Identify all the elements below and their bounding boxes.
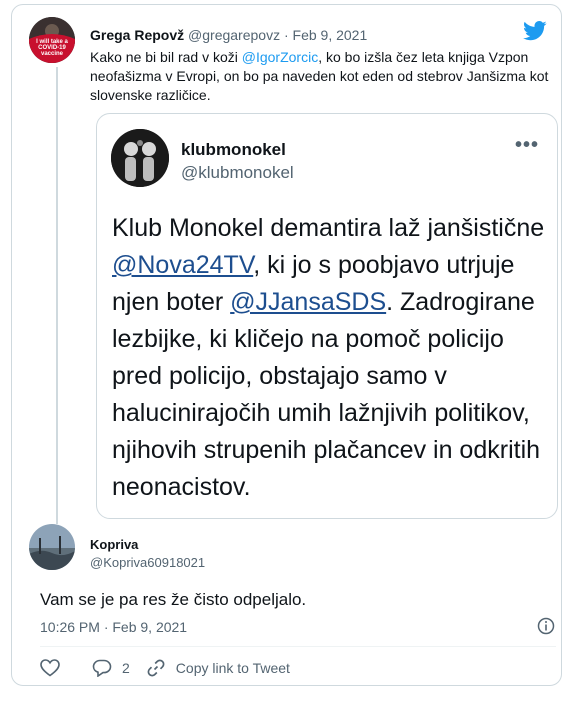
header-separator: ·	[283, 27, 289, 43]
tweet-date[interactable]: Feb 9, 2021	[293, 27, 368, 43]
tweet-card: I will take a COVID-19 vaccine Grega Rep…	[11, 4, 562, 686]
quoted-author-handle[interactable]: @klubmonokel	[181, 163, 294, 183]
copy-link-icon[interactable]	[146, 658, 166, 678]
quoted-text-part: . Zadrogirane lezbijke, ki kličejo na po…	[112, 288, 541, 501]
reply-author-handle[interactable]: @Kopriva60918021	[90, 555, 205, 570]
divider	[40, 646, 556, 647]
author-name[interactable]: Grega Repovž	[90, 27, 184, 43]
copy-link-label[interactable]: Copy link to Tweet	[176, 660, 290, 676]
more-options-icon[interactable]: •••	[515, 134, 539, 157]
quoted-avatar-image	[111, 129, 169, 187]
author-avatar[interactable]: I will take a COVID-19 vaccine	[29, 17, 75, 63]
reply-author-name[interactable]: Kopriva	[90, 537, 138, 552]
reply-timestamp[interactable]: 10:26 PM · Feb 9, 2021	[40, 619, 187, 635]
mention-link[interactable]: @Nova24TV	[112, 251, 253, 279]
quoted-text: Klub Monokel demantira laž janšistične @…	[112, 210, 552, 506]
quoted-avatar[interactable]	[111, 129, 169, 187]
tweet-text-part: Kako ne bi bil rad v koži	[90, 49, 242, 65]
info-icon[interactable]	[537, 617, 555, 640]
twitter-bird-icon[interactable]	[523, 21, 547, 46]
avatar-badge-text: I will take a COVID-19 vaccine	[36, 39, 68, 57]
mention-link[interactable]: @IgorZorcic	[242, 49, 318, 65]
quoted-text-part: Klub Monokel demantira laž janšistične	[112, 214, 545, 242]
quoted-tweet[interactable]: klubmonokel @klubmonokel ••• Klub Monoke…	[96, 113, 558, 519]
tweet-text: Kako ne bi bil rad v koži @IgorZorcic, k…	[90, 48, 550, 105]
mention-link[interactable]: @JJansaSDS	[230, 288, 386, 316]
reply-text: Vam se je pa res že čisto odpeljalo.	[40, 590, 307, 609]
like-heart-icon[interactable]	[40, 659, 60, 677]
reply-avatar-image	[29, 524, 75, 570]
action-bar: 2 Copy link to Tweet	[40, 657, 290, 679]
reply-avatar[interactable]	[29, 524, 75, 570]
author-handle[interactable]: @gregarepovz	[188, 27, 280, 43]
reply-count[interactable]: 2	[122, 660, 130, 676]
reply-bubble-icon[interactable]	[92, 659, 112, 677]
thread-line	[56, 67, 58, 524]
quoted-author-name[interactable]: klubmonokel	[181, 140, 286, 160]
tweet-header: Grega Repovž @gregarepovz · Feb 9, 2021	[90, 27, 367, 43]
